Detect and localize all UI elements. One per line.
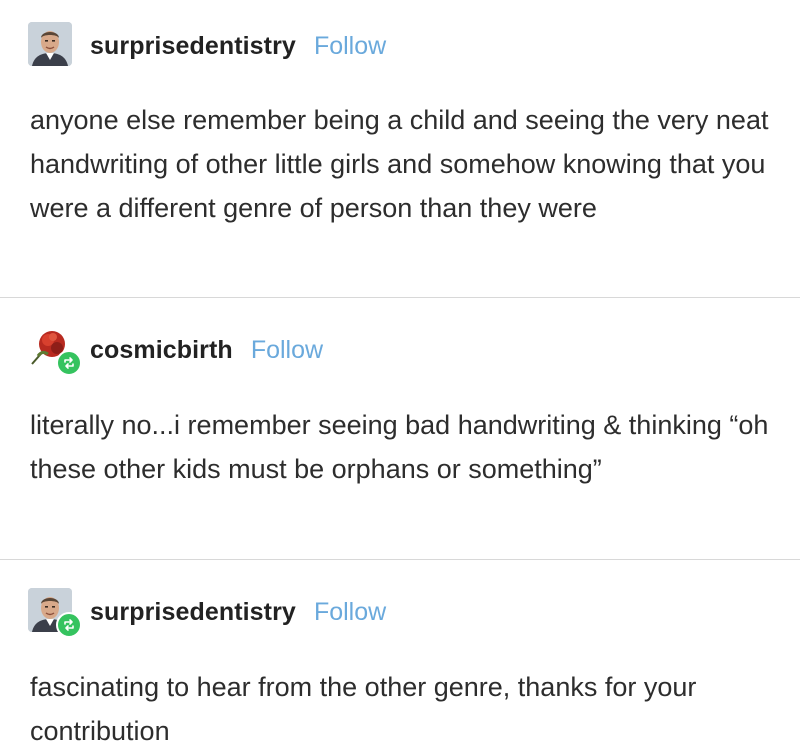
username[interactable]: cosmicbirth [90,336,233,365]
username[interactable]: surprisedentistry [90,32,296,61]
follow-button[interactable]: Follow [314,32,386,61]
avatar[interactable] [28,588,82,638]
divider [0,297,800,298]
follow-button[interactable]: Follow [314,598,386,627]
post-text: anyone else remember being a child and s… [30,105,769,223]
reblog-icon [56,612,82,638]
follow-button[interactable]: Follow [251,336,323,365]
post-header: surprisedentistry Follow [28,22,386,70]
reblog-icon [56,350,82,376]
avatar[interactable] [28,326,82,376]
username[interactable]: surprisedentistry [90,598,296,627]
post-header: cosmicbirth Follow [28,326,323,376]
avatar[interactable] [28,22,76,70]
post-text: fascinating to hear from the other genre… [30,672,697,746]
man-face-avatar-icon [28,22,72,66]
divider [0,559,800,560]
post-header: surprisedentistry Follow [28,588,386,638]
post-text: literally no...i remember seeing bad han… [30,410,769,484]
